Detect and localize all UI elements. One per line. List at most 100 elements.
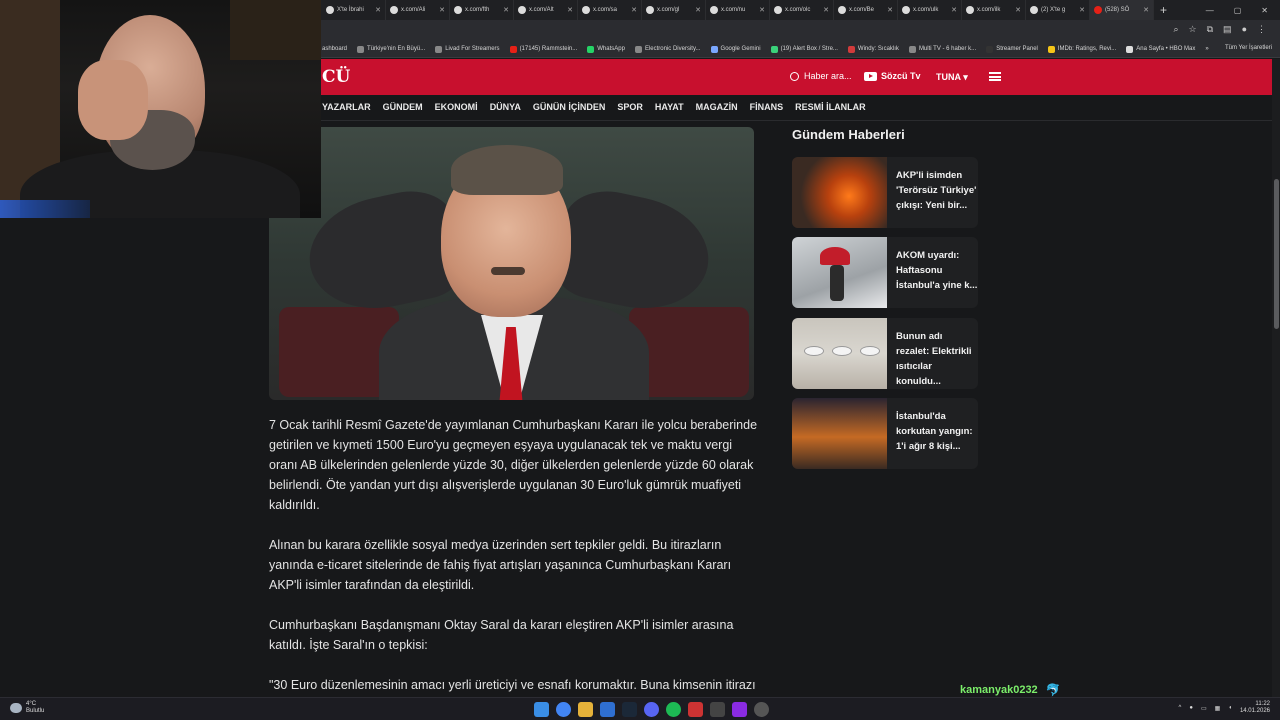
news-card[interactable]: AKOM uyardı: Haftasonu İstanbul'a yine k… (792, 237, 978, 308)
nav-item-hayat[interactable]: HAYAT (655, 102, 684, 112)
tab-label: x.com/ilk (977, 7, 1001, 13)
clock-time: 11:22 (1255, 701, 1270, 707)
profile-icon[interactable]: ● (1242, 24, 1247, 35)
scroll-thumb[interactable] (1274, 179, 1279, 329)
bookmark-item[interactable]: (17145) Rammstein... (509, 45, 577, 53)
app-icon[interactable] (688, 702, 703, 717)
browser-tab[interactable]: (2) X'te g ✕ (1026, 0, 1090, 20)
app-icon[interactable] (710, 702, 725, 717)
close-icon[interactable]: ✕ (887, 6, 893, 14)
browser-tab[interactable]: X'te İbrahi ✕ (322, 0, 386, 20)
user-menu[interactable]: TUNA ▾ (936, 72, 968, 83)
steam-icon[interactable] (622, 702, 637, 717)
news-card[interactable]: İstanbul'da korkutan yangın: 1'i ağır 8 … (792, 398, 978, 469)
sidebar-title: Gündem Haberleri (792, 127, 905, 142)
network-icon[interactable]: ▦ (1215, 705, 1221, 712)
close-icon[interactable]: ✕ (1015, 6, 1021, 14)
nav-item-finans[interactable]: FİNANS (750, 102, 784, 112)
close-icon[interactable]: ✕ (503, 6, 509, 14)
close-icon[interactable]: ✕ (823, 6, 829, 14)
close-icon[interactable]: ✕ (375, 6, 381, 14)
volume-icon[interactable]: ◖ (1228, 705, 1232, 711)
bookmark-item[interactable]: Streamer Panel (986, 45, 1038, 53)
bookmarks-overflow-icon[interactable]: » (1205, 46, 1208, 52)
microphone-icon[interactable]: ● (1189, 705, 1193, 711)
nav-item-spor[interactable]: SPOR (617, 102, 643, 112)
zoom-icon[interactable]: ⌕ (1173, 24, 1178, 35)
minimize-icon[interactable]: — (1206, 6, 1214, 15)
all-bookmarks[interactable]: Tüm Yer İşaretleri (1225, 45, 1272, 51)
browser-tab[interactable]: x.com/sa ✕ (578, 0, 642, 20)
close-icon[interactable]: ✕ (631, 6, 637, 14)
obs-icon[interactable] (732, 702, 747, 717)
nav-item-magazin[interactable]: MAGAZİN (696, 102, 738, 112)
clock[interactable]: 11:22 14.01.2026 (1240, 701, 1270, 715)
news-thumbnail (792, 398, 887, 469)
bookmark-item[interactable]: Multi TV - 6 haber k... (908, 45, 977, 53)
page-scrollbar[interactable] (1272, 59, 1280, 697)
browser-tab[interactable]: x.com/Be ✕ (834, 0, 898, 20)
nav-item-dunya[interactable]: DÜNYA (490, 102, 521, 112)
discord-icon[interactable] (644, 702, 659, 717)
close-icon[interactable]: ✕ (1143, 6, 1149, 14)
bookmark-star-icon[interactable]: ☆ (1189, 24, 1197, 35)
app-icon[interactable] (754, 702, 769, 717)
bookmark-item[interactable]: Türkiye'nin En Büyü... (357, 45, 426, 53)
site-logo[interactable]: CÜ (322, 67, 350, 87)
close-icon[interactable]: ✕ (951, 6, 957, 14)
windows-start-icon[interactable] (534, 702, 549, 717)
bookmark-item[interactable]: (19) Alert Box / Stre... (770, 45, 838, 53)
nav-item-gundem[interactable]: GÜNDEM (383, 102, 423, 112)
close-icon[interactable]: ✕ (695, 6, 701, 14)
tab-label: x.com/nu (721, 7, 746, 13)
bookmark-item[interactable]: Windy: Sıcaklık (847, 45, 899, 53)
sidebar-icon[interactable]: ▤ (1223, 24, 1232, 35)
bookmark-item[interactable]: Ana Sayfa • HBO Max (1126, 45, 1195, 53)
close-icon[interactable]: ✕ (567, 6, 573, 14)
browser-tab-active[interactable]: (528) SÖ ✕ (1090, 0, 1154, 20)
search-button[interactable]: Haber ara... (790, 71, 852, 81)
app-icon[interactable] (600, 702, 615, 717)
bookmark-item[interactable]: Electronic Diversity... (634, 45, 701, 53)
extensions-icon[interactable]: ⧉ (1207, 24, 1213, 35)
browser-tab[interactable]: x.com/fth ✕ (450, 0, 514, 20)
nav-item-gunun-icinden[interactable]: GÜNÜN İÇİNDEN (533, 102, 606, 112)
nav-item-yazarlar[interactable]: YAZARLAR (322, 102, 371, 112)
nav-item-ekonomi[interactable]: EKONOMİ (435, 102, 478, 112)
bookmark-item[interactable]: IMDb: Ratings, Revi... (1047, 45, 1116, 53)
bookmark-item[interactable]: ashboard (322, 46, 347, 52)
weather-widget[interactable]: 4°C Bulutlu (10, 701, 44, 715)
file-explorer-icon[interactable] (578, 702, 593, 717)
maximize-icon[interactable]: ▢ (1234, 6, 1242, 15)
hand-shape (78, 60, 148, 140)
browser-tab[interactable]: x.com/Ali ✕ (386, 0, 450, 20)
browser-tab[interactable]: x.com/olc ✕ (770, 0, 834, 20)
bookmark-item[interactable]: Google Gemini (710, 45, 761, 53)
browser-tab[interactable]: x.com/Alt ✕ (514, 0, 578, 20)
new-tab-button[interactable]: + (1160, 3, 1167, 17)
browser-tab[interactable]: x.com/nu ✕ (706, 0, 770, 20)
bookmark-label: Türkiye'nin En Büyü... (367, 46, 426, 52)
close-icon[interactable]: ✕ (759, 6, 765, 14)
close-icon[interactable]: ✕ (439, 6, 445, 14)
close-icon[interactable]: ✕ (1079, 6, 1085, 14)
news-thumbnail (792, 237, 887, 308)
close-window-icon[interactable]: ✕ (1261, 6, 1268, 15)
sozcu-tv-link[interactable]: Sözcü Tv (864, 71, 921, 81)
browser-tab[interactable]: x.com/gl ✕ (642, 0, 706, 20)
tray-chevron-icon[interactable]: ^ (1179, 705, 1182, 711)
chrome-icon[interactable] (556, 702, 571, 717)
browser-tab[interactable]: x.com/ulk ✕ (898, 0, 962, 20)
news-card[interactable]: Bunun adı rezalet: Elektrikli ısıtıcılar… (792, 318, 978, 389)
spotify-icon[interactable] (666, 702, 681, 717)
bookmark-label: Multi TV - 6 haber k... (918, 46, 977, 52)
display-icon[interactable]: ▭ (1201, 705, 1207, 712)
news-card[interactable]: AKP'li isimden 'Terörsüz Türkiye' çıkışı… (792, 157, 978, 228)
browser-tab[interactable]: x.com/ilk ✕ (962, 0, 1026, 20)
nav-item-resmi-ilanlar[interactable]: RESMİ İLANLAR (795, 102, 866, 112)
hamburger-menu-icon[interactable] (989, 72, 1001, 81)
more-menu-icon[interactable]: ⋮ (1257, 24, 1266, 35)
bookmark-item[interactable]: WhatsApp (587, 45, 625, 53)
bookmark-item[interactable]: Livad For Streamers (435, 45, 500, 53)
umbrella-shape (820, 247, 850, 265)
